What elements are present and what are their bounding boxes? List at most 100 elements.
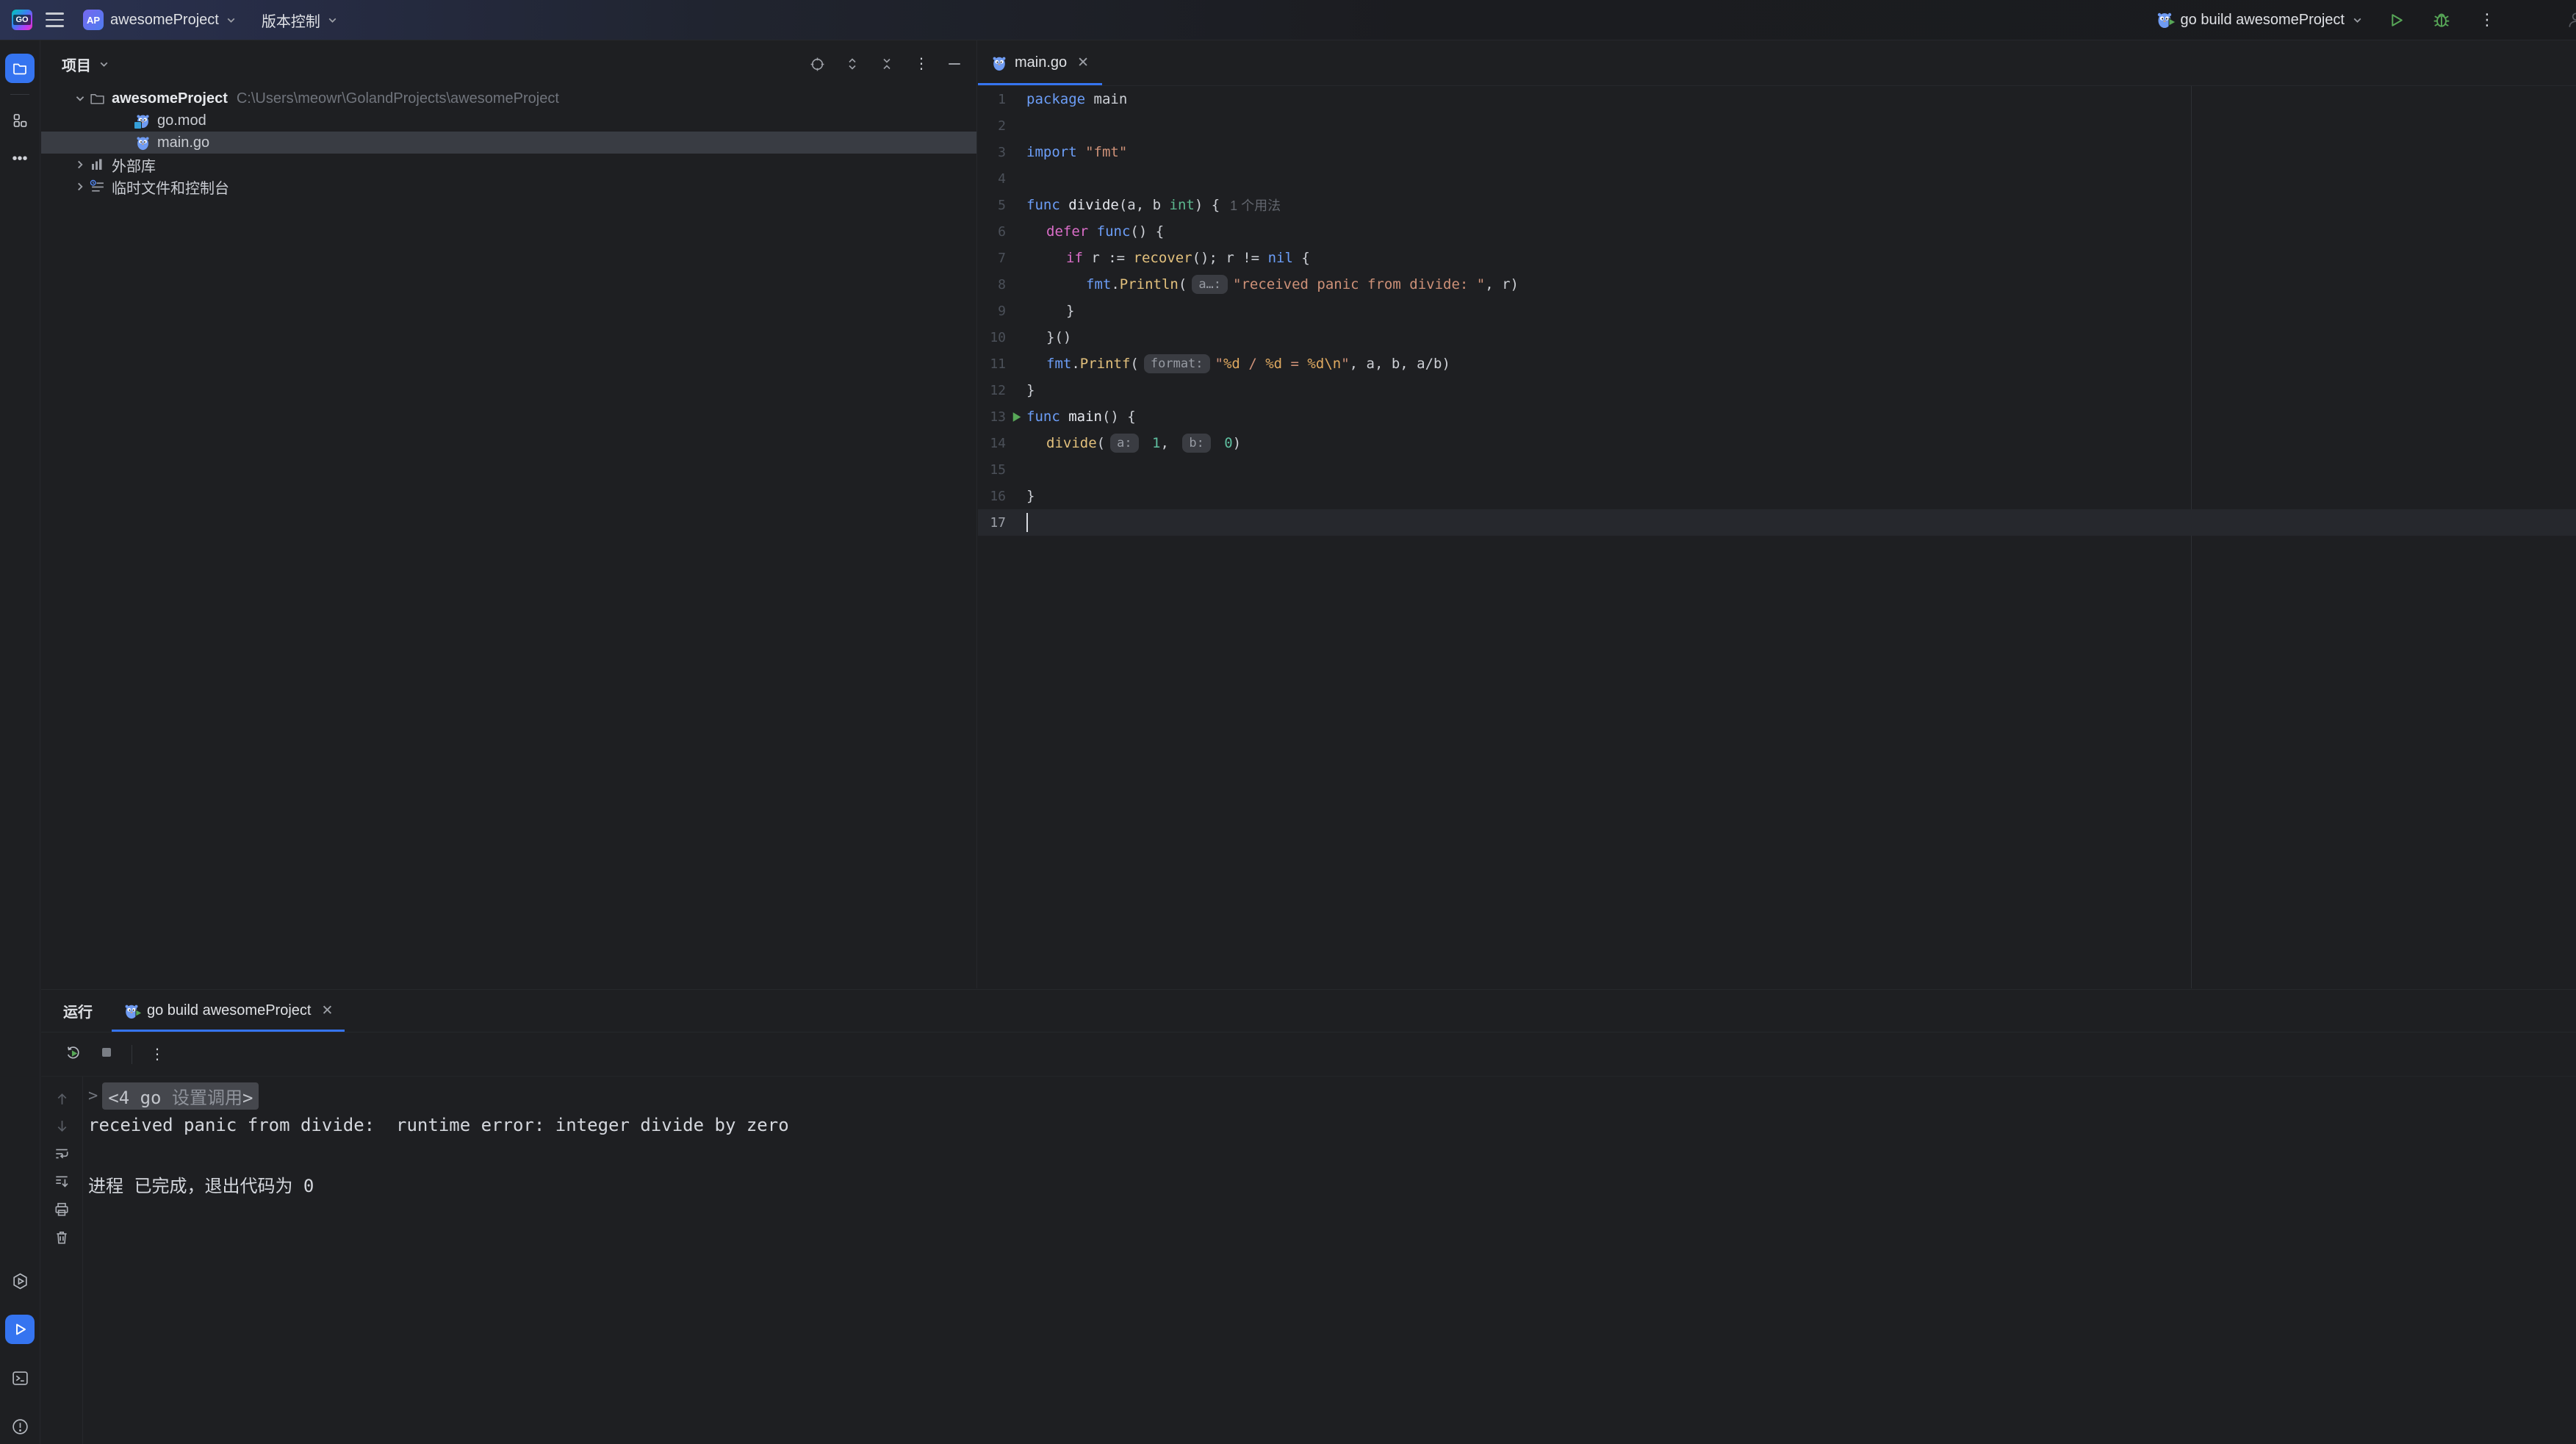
project-widget-label: awesomeProject: [110, 12, 219, 29]
line-number[interactable]: 7: [978, 251, 1006, 266]
print-icon[interactable]: [54, 1201, 70, 1218]
tree-item-label: main.go: [157, 134, 209, 151]
hide-panel-icon[interactable]: [949, 63, 960, 65]
line-number[interactable]: 4: [978, 171, 1006, 187]
clear-console-icon[interactable]: [54, 1229, 70, 1246]
run-configuration-label: go build awesomeProject: [2181, 12, 2345, 29]
code-line-17: 17: [978, 509, 2576, 536]
expand-all-icon[interactable]: [845, 57, 860, 71]
code-token: [1077, 144, 1085, 160]
terminal-tool-button[interactable]: [5, 1363, 35, 1393]
services-tool-button[interactable]: [5, 1266, 35, 1296]
line-number[interactable]: 11: [978, 356, 1006, 372]
code-line-10: 10 }(): [978, 324, 2576, 351]
text-caret: [1026, 513, 1028, 532]
problems-tool-button[interactable]: [5, 1412, 35, 1441]
code-token: func: [1097, 223, 1131, 240]
stop-icon[interactable]: [99, 1045, 114, 1063]
soft-wrap-icon[interactable]: [54, 1146, 70, 1162]
project-tree-item-[interactable]: 临时文件和控制台: [41, 176, 976, 198]
console-output[interactable]: ><4 go 设置调用>received panic from divide: …: [84, 1077, 2576, 1444]
chevron-down-icon: [2352, 15, 2363, 26]
line-number[interactable]: 5: [978, 198, 1006, 213]
next-occurrence-icon[interactable]: [54, 1118, 70, 1134]
code-line-4: 4: [978, 165, 2576, 192]
project-tree-item-go.mod[interactable]: go.mod: [41, 109, 976, 132]
fold-expand-icon[interactable]: >: [88, 1087, 98, 1105]
code-token: () {: [1130, 223, 1164, 240]
code-text: if r := recover(); r != nil {: [1026, 250, 1310, 266]
fold-text: 设置调用: [172, 1088, 242, 1108]
active-tab-indicator: [112, 1030, 345, 1032]
run-more-options-icon[interactable]: ⋮: [150, 1047, 165, 1062]
console-side-toolbar: [41, 1077, 83, 1444]
profile-icon[interactable]: [2566, 10, 2576, 33]
code-text: }(): [1026, 329, 1071, 345]
debug-button[interactable]: [2429, 7, 2454, 32]
close-icon[interactable]: ✕: [321, 1002, 333, 1019]
select-opened-file-icon[interactable]: [810, 57, 825, 72]
scroll-to-end-icon[interactable]: [54, 1174, 70, 1190]
code-text: [1026, 513, 1028, 532]
line-number[interactable]: 3: [978, 145, 1006, 160]
project-tree-item-main.go[interactable]: main.go: [41, 132, 976, 154]
code-text: fmt.Printf(format:"%d / %d = %d\n", a, b…: [1026, 354, 1450, 373]
code-token: .: [1111, 276, 1119, 292]
editor-tab-label: main.go: [1015, 54, 1067, 71]
code-token: {: [1293, 250, 1310, 266]
run-main-gutter-icon[interactable]: [1006, 411, 1026, 423]
run-button[interactable]: [2383, 7, 2408, 32]
line-number[interactable]: 14: [978, 436, 1006, 451]
run-tab-go-build[interactable]: go build awesomeProject ✕: [112, 990, 345, 1032]
line-number[interactable]: 15: [978, 462, 1006, 478]
tool-window-stripe: •••: [0, 40, 40, 1444]
chevron-down-icon[interactable]: [71, 93, 90, 104]
code-token: Printf: [1080, 356, 1131, 372]
line-number[interactable]: 17: [978, 515, 1006, 531]
more-tool-windows-button[interactable]: •••: [5, 144, 35, 173]
rerun-icon[interactable]: [65, 1044, 82, 1065]
line-number[interactable]: 16: [978, 489, 1006, 504]
run-configuration-selector[interactable]: go build awesomeProject: [2156, 11, 2363, 29]
line-number[interactable]: 6: [978, 224, 1006, 240]
commit-tool-button[interactable]: [5, 106, 35, 135]
code-token: ,: [1160, 435, 1177, 451]
run-panel: 运行 go build awesomeProject ✕ ⋮: [41, 989, 2576, 1444]
collapse-all-icon[interactable]: [879, 57, 894, 71]
fold-text: <4 go: [108, 1088, 172, 1108]
run-tool-button[interactable]: [5, 1315, 35, 1344]
line-number[interactable]: 1: [978, 92, 1006, 107]
project-tree-item-awesomeProject[interactable]: awesomeProjectC:\Users\meowr\GolandProje…: [41, 87, 976, 109]
editor-tab-main-go[interactable]: main.go ✕: [978, 40, 1102, 85]
vcs-widget[interactable]: 版本控制: [256, 5, 344, 35]
line-number[interactable]: 10: [978, 330, 1006, 345]
project-tree-item-[interactable]: 外部库: [41, 154, 976, 176]
chevron-down-icon[interactable]: [98, 59, 109, 70]
code-text: func main() {: [1026, 409, 1136, 425]
code-editor[interactable]: 1package main23import "fmt"45func divide…: [978, 86, 2576, 988]
go-file-icon: [991, 55, 1007, 71]
line-number[interactable]: 2: [978, 118, 1006, 134]
close-icon[interactable]: ✕: [1077, 54, 1089, 71]
project-widget[interactable]: AP awesomeProject: [77, 5, 242, 35]
line-number[interactable]: 13: [978, 409, 1006, 425]
project-tool-button[interactable]: [5, 54, 35, 83]
code-text: import "fmt": [1026, 144, 1127, 160]
line-number[interactable]: 8: [978, 277, 1006, 292]
code-line-11: 11 fmt.Printf(format:"%d / %d = %d\n", a,…: [978, 351, 2576, 377]
line-number[interactable]: 12: [978, 383, 1006, 398]
fold-placeholder[interactable]: <4 go 设置调用>: [102, 1082, 259, 1110]
code-token: () {: [1102, 409, 1136, 425]
main-menu-icon[interactable]: [46, 12, 64, 26]
code-text: }: [1026, 488, 1035, 504]
line-number[interactable]: 9: [978, 303, 1006, 319]
chevron-right-icon[interactable]: [71, 181, 90, 193]
panel-options-icon[interactable]: ⋮: [914, 57, 929, 71]
inlay-hint-chip: b:: [1182, 434, 1210, 453]
chevron-right-icon[interactable]: [71, 159, 90, 170]
code-text: }: [1026, 382, 1035, 398]
code-line-2: 2: [978, 112, 2576, 139]
code-token: func: [1026, 409, 1060, 425]
more-actions-button[interactable]: ⋮: [2475, 7, 2500, 32]
prev-occurrence-icon[interactable]: [54, 1091, 70, 1107]
